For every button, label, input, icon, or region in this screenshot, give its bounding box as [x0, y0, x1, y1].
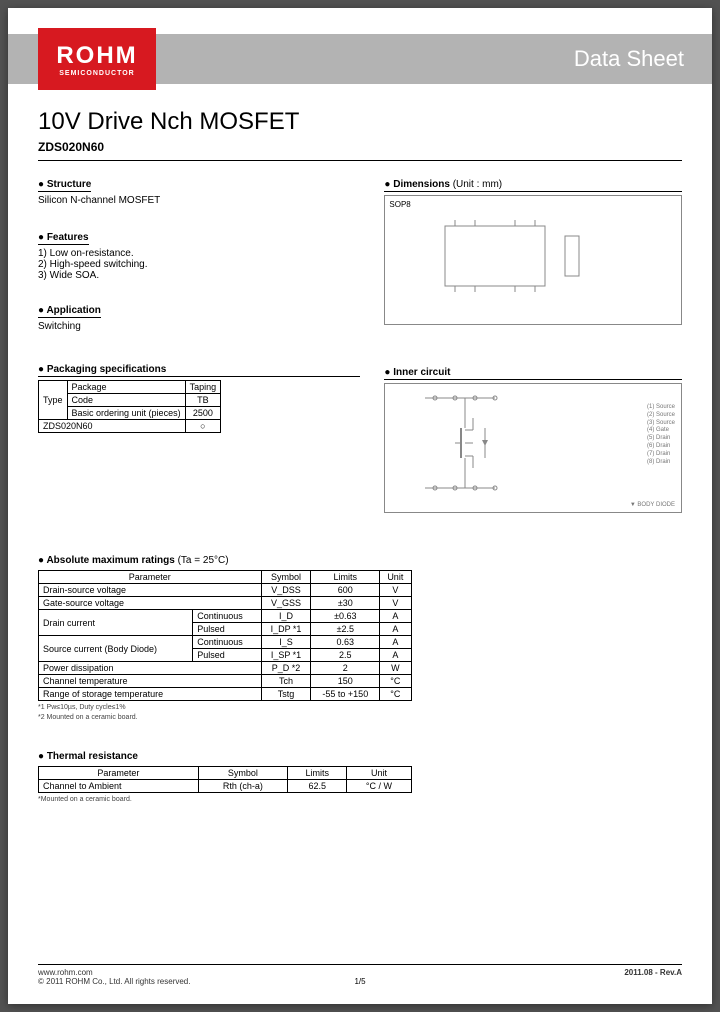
- inner-circuit-head: ● Inner circuit: [384, 367, 682, 380]
- logo-brand: ROHM: [56, 42, 137, 70]
- dimensions-head: ● Dimensions (Unit : mm): [384, 179, 682, 192]
- datasheet-page: Data Sheet ROHM SEMICONDUCTOR 10V Drive …: [8, 8, 712, 1004]
- structure-head: ● Structure: [38, 179, 91, 192]
- structure-text: Silicon N-channel MOSFET: [38, 195, 360, 206]
- feature-item: 2) High-speed switching.: [38, 259, 360, 270]
- footer-copyright: © 2011 ROHM Co., Ltd. All rights reserve…: [38, 977, 190, 986]
- amr-note1: *1 Pw≤10µs, Duty cycle≤1%: [38, 704, 682, 711]
- pack-bou-val: 2500: [185, 407, 221, 420]
- pack-package-val: Taping: [185, 381, 221, 394]
- pack-bou-label: Basic ordering unit (pieces): [67, 407, 185, 420]
- packaging-table: Type Package Taping Code TB Basic orderi…: [38, 380, 221, 433]
- feature-item: 3) Wide SOA.: [38, 270, 360, 281]
- thermal-table: Parameter Symbol Limits Unit Channel to …: [38, 766, 412, 793]
- thermal-head: ● Thermal resistance: [38, 751, 138, 763]
- footer-rev: 2011.08 - Rev.A: [624, 968, 682, 986]
- package-outline-icon: [405, 206, 605, 316]
- footer-url: www.rohm.com: [38, 968, 190, 977]
- body-diode-label: ▼ BODY DIODE: [630, 502, 675, 508]
- thermal-note: *Mounted on a ceramic board.: [38, 796, 682, 803]
- feature-item: 1) Low on-resistance.: [38, 248, 360, 259]
- rohm-logo: ROHM SEMICONDUCTOR: [38, 28, 156, 90]
- pack-part: ZDS020N60: [39, 420, 186, 433]
- features-head: ● Features: [38, 232, 89, 245]
- pack-mark: ○: [185, 420, 221, 433]
- packaging-head: ● Packaging specifications: [38, 364, 360, 377]
- application-head: ● Application: [38, 305, 101, 318]
- pack-code-label: Code: [67, 394, 185, 407]
- amr-table: Parameter Symbol Limits Unit Drain-sourc…: [38, 570, 412, 701]
- amr-note2: *2 Mounted on a ceramic board.: [38, 714, 682, 721]
- application-text: Switching: [38, 321, 360, 332]
- logo-tagline: SEMICONDUCTOR: [59, 70, 134, 77]
- pack-code-val: TB: [185, 394, 221, 407]
- features-list: 1) Low on-resistance. 2) High-speed swit…: [38, 248, 360, 281]
- content-area: 10V Drive Nch MOSFET ZDS020N60 ● Structu…: [38, 108, 682, 954]
- page-title: 10V Drive Nch MOSFET: [38, 108, 682, 136]
- pack-type-label: Type: [39, 381, 68, 420]
- title-divider: [38, 160, 682, 161]
- amr-head: ● Absolute maximum ratings (Ta = 25°C): [38, 555, 229, 567]
- footer-page: 1/5: [354, 977, 365, 986]
- pack-package-label: Package: [67, 381, 185, 394]
- dimensions-diagram: SOP8: [384, 195, 682, 325]
- pin-legend: (1) Source (2) Source (3) Source (4) Gat…: [647, 404, 675, 466]
- mosfet-schematic-icon: [395, 388, 595, 498]
- inner-circuit-diagram: (1) Source (2) Source (3) Source (4) Gat…: [384, 383, 682, 513]
- part-number: ZDS020N60: [38, 140, 682, 154]
- datasheet-label: Data Sheet: [574, 46, 684, 72]
